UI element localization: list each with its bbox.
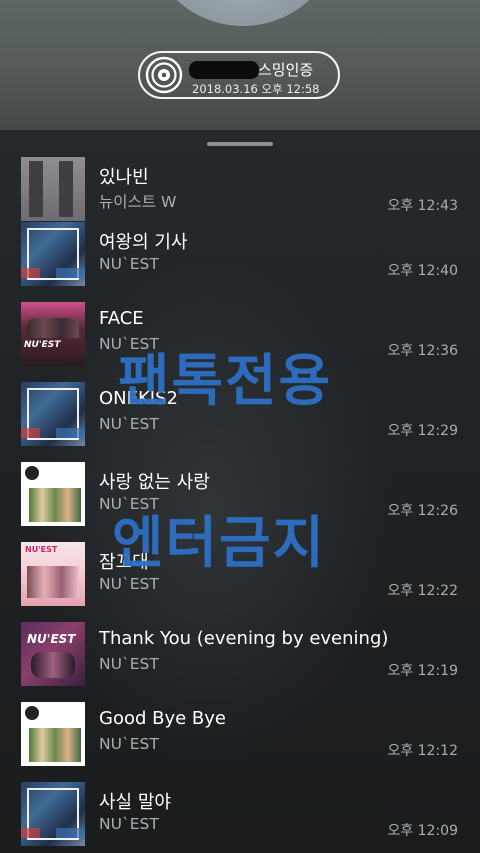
play-time: 오후 12:09 xyxy=(387,823,458,839)
album-thumbnail xyxy=(21,622,85,686)
play-history-list: 있나빈 뉴이스트 W 오후 12:43 여왕의 기사 NU`EST 오후 12:… xyxy=(0,140,480,853)
history-row[interactable]: 여왕의 기사 NU`EST 오후 12:40 xyxy=(0,222,480,302)
streaming-certificate-badge[interactable]: 스밍인증 2018.03.16 오후 12:58 xyxy=(138,51,340,99)
album-thumbnail xyxy=(21,222,85,286)
disc-icon xyxy=(145,56,183,94)
song-title: FACE xyxy=(99,308,144,329)
album-thumbnail xyxy=(21,542,85,606)
song-artist: 뉴이스트 W xyxy=(99,193,177,211)
certificate-date: 2018.03.16 오후 12:58 xyxy=(192,82,320,96)
history-row[interactable]: Good Bye Bye NU`EST 오후 12:12 xyxy=(0,702,480,782)
history-row[interactable]: 사실 말야 NU`EST 오후 12:09 xyxy=(0,782,480,853)
song-title: Thank You (evening by evening) xyxy=(99,628,389,649)
album-thumbnail xyxy=(21,782,85,846)
play-time: 오후 12:12 xyxy=(387,743,458,759)
play-time: 오후 12:36 xyxy=(387,343,458,359)
album-thumbnail xyxy=(21,157,85,221)
play-time: 오후 12:29 xyxy=(387,423,458,439)
history-row[interactable]: Thank You (evening by evening) NU`EST 오후… xyxy=(0,622,480,702)
play-time: 오후 12:26 xyxy=(387,503,458,519)
watermark-line-1: 팬톡전용 xyxy=(118,349,333,414)
song-artist: NU`EST xyxy=(99,255,159,273)
album-thumbnail xyxy=(21,462,85,526)
album-thumbnail xyxy=(21,382,85,446)
song-title: 사랑 없는 사랑 xyxy=(99,472,210,493)
song-title: 있나빈 xyxy=(99,167,149,188)
song-artist: NU`EST xyxy=(99,815,159,833)
album-thumbnail xyxy=(21,302,85,366)
song-artist: NU`EST xyxy=(99,415,159,433)
redacted-username xyxy=(189,61,259,79)
certificate-title: 스밍인증 xyxy=(258,61,314,79)
song-title: Good Bye Bye xyxy=(99,708,226,729)
song-artist: NU`EST xyxy=(99,655,159,673)
play-time: 오후 12:43 xyxy=(387,198,458,214)
song-title: 사실 말야 xyxy=(99,792,171,813)
play-time: 오후 12:22 xyxy=(387,583,458,599)
play-time: 오후 12:40 xyxy=(387,263,458,279)
watermark-line-2: 엔터금지 xyxy=(112,511,327,576)
song-artist: NU`EST xyxy=(99,735,159,753)
song-title: 여왕의 기사 xyxy=(99,232,188,253)
album-thumbnail xyxy=(21,702,85,766)
play-time: 오후 12:19 xyxy=(387,663,458,679)
